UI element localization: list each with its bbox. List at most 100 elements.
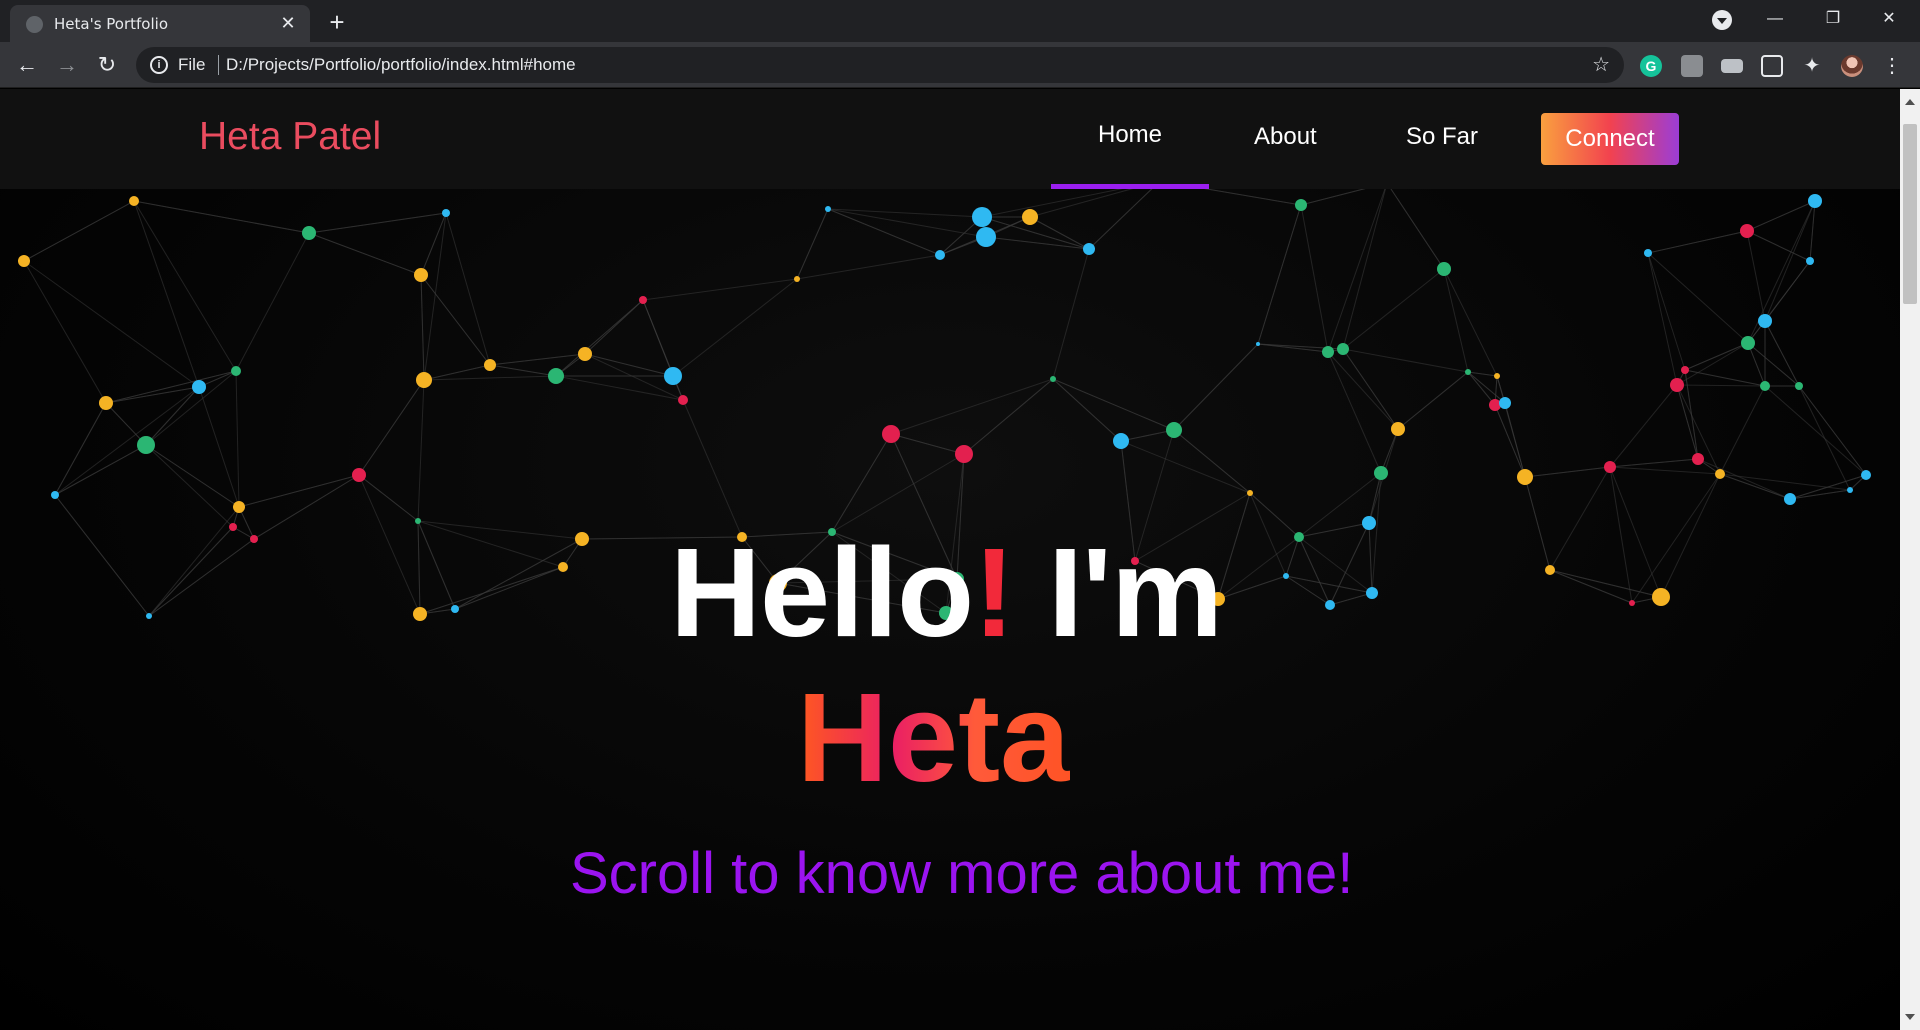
network-dot [250, 535, 258, 543]
network-dot [414, 268, 428, 282]
kebab-menu-icon[interactable]: ⋮ [1881, 55, 1903, 77]
network-dot [548, 368, 564, 384]
network-line [1342, 182, 1388, 350]
card-extension-icon[interactable] [1721, 59, 1743, 73]
new-tab-button[interactable]: + [322, 8, 352, 38]
network-line [1684, 369, 1766, 387]
network-line [1660, 473, 1721, 598]
bookmark-star-icon[interactable]: ☆ [1592, 52, 1610, 77]
network-line [1647, 252, 1686, 371]
network-line [454, 566, 564, 610]
network-line [890, 433, 965, 455]
network-dot [1784, 493, 1796, 505]
network-dot [1604, 461, 1616, 473]
network-line [1747, 342, 1800, 387]
network-line [1249, 492, 1287, 577]
network-line [1327, 182, 1388, 353]
network-dot [231, 366, 241, 376]
network-line [1609, 466, 1721, 475]
network-dot [129, 196, 139, 206]
tab-search-icon[interactable] [1712, 10, 1732, 30]
network-dot [416, 372, 432, 388]
hero-tagline: Scroll to know more about me! [570, 841, 1354, 906]
network-line [1798, 385, 1867, 476]
network-line [1746, 230, 1766, 322]
network-dot [1337, 343, 1349, 355]
window-close-icon[interactable]: ✕ [1866, 4, 1912, 34]
url-separator [218, 55, 219, 75]
network-dot [137, 436, 155, 454]
network-dot [1366, 587, 1378, 599]
network-line [1298, 536, 1373, 594]
network-line [827, 208, 941, 256]
brand-logo-text[interactable]: Heta Patel [199, 115, 381, 159]
network-dot [1545, 565, 1555, 575]
network-line [1549, 466, 1611, 571]
network-dot [1362, 516, 1376, 530]
network-line [1647, 252, 1678, 386]
network-line [1217, 575, 1287, 600]
grammarly-extension-icon[interactable]: G [1640, 55, 1662, 77]
network-dot [1670, 378, 1684, 392]
network-line [133, 200, 310, 234]
page-scrollbar[interactable] [1900, 89, 1920, 1030]
reload-icon[interactable]: ↻ [92, 50, 122, 80]
network-line [1329, 522, 1370, 606]
network-line [423, 364, 491, 381]
forward-icon[interactable]: → [52, 50, 82, 80]
network-dot [352, 468, 366, 482]
network-line [1609, 466, 1633, 604]
scroll-down-icon[interactable] [1905, 1014, 1915, 1020]
network-dot [1294, 532, 1304, 542]
network-line [1386, 182, 1445, 270]
profile-avatar[interactable] [1841, 55, 1863, 77]
back-icon[interactable]: ← [12, 50, 42, 80]
greeting-im: I'm [1014, 522, 1223, 663]
media-extension-icon[interactable] [1761, 55, 1783, 77]
network-line [358, 474, 419, 522]
network-line [1327, 351, 1399, 430]
puzzle-icon[interactable]: ✦ [1801, 55, 1823, 77]
network-line [1549, 569, 1662, 598]
nav-home[interactable]: Home [1098, 121, 1162, 149]
nav-about[interactable]: About [1254, 123, 1317, 151]
network-line [1494, 404, 1526, 478]
network-line [54, 494, 150, 617]
close-tab-icon[interactable]: ✕ [276, 11, 300, 35]
network-line [1676, 384, 1766, 387]
network-line [1719, 385, 1766, 475]
network-line [423, 375, 557, 381]
info-icon[interactable]: i [150, 56, 168, 74]
restore-icon[interactable]: ❐ [1810, 4, 1856, 34]
network-dot [1644, 249, 1652, 257]
network-line [308, 212, 447, 234]
network-line [489, 364, 557, 377]
connect-button[interactable]: Connect [1541, 113, 1679, 165]
network-line [145, 444, 240, 508]
scrollbar-thumb[interactable] [1903, 124, 1917, 304]
network-dot [1808, 194, 1822, 208]
minimize-icon[interactable]: — [1752, 4, 1798, 34]
network-dot [1166, 422, 1182, 438]
network-dot [1692, 453, 1704, 465]
network-dot [1861, 470, 1871, 480]
network-line [682, 399, 743, 538]
network-dot [99, 396, 113, 410]
network-line [1609, 384, 1678, 468]
network-line [1397, 371, 1469, 430]
nav-so-far[interactable]: So Far [1406, 123, 1478, 151]
hero-greeting: Hello! I'm [670, 520, 1223, 665]
network-dot [1517, 469, 1533, 485]
url-text[interactable]: D:/Projects/Portfolio/portfolio/index.ht… [226, 55, 576, 75]
network-line [831, 433, 892, 533]
scroll-up-icon[interactable] [1905, 99, 1915, 105]
extension-icon[interactable] [1681, 55, 1703, 77]
network-line [1368, 522, 1373, 594]
network-dot [442, 209, 450, 217]
network-line [308, 232, 422, 276]
browser-tab[interactable]: Heta's Portfolio ✕ [10, 5, 310, 42]
network-line [1647, 230, 1748, 254]
network-dot [1083, 243, 1095, 255]
network-line [1676, 342, 1749, 386]
address-bar[interactable]: i File D:/Projects/Portfolio/portfolio/i… [136, 47, 1624, 83]
